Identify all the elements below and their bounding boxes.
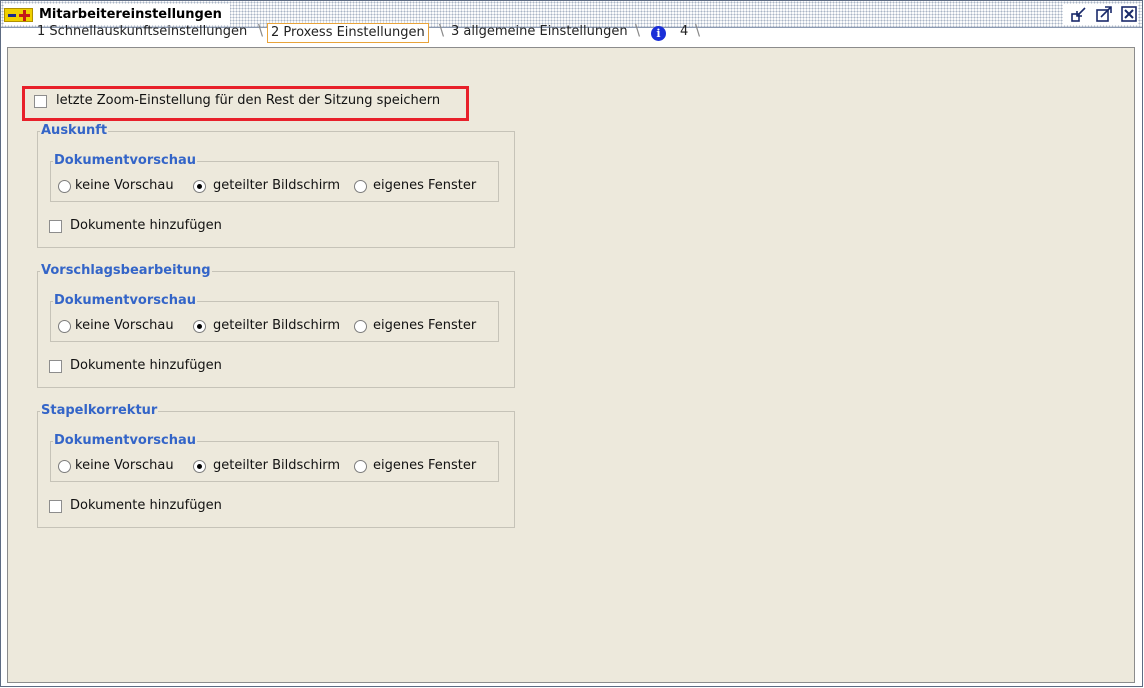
app-logo-icon [4,7,33,22]
radio-label: eigenes Fenster [373,458,477,473]
radio-geteilter-bildschirm[interactable] [193,460,206,473]
subgroup-title: Dokumentvorschau [53,153,197,169]
section-title: Auskunft [40,123,109,139]
radio-label: keine Vorschau [75,458,174,473]
checkbox-label: Dokumente hinzufügen [70,498,222,513]
subgroup-title: Dokumentvorschau [53,433,197,449]
dokumente-hinzufuegen-checkbox[interactable] [49,220,62,233]
radio-label: geteilter Bildschirm [213,458,341,473]
tab-separator: \ [695,21,701,39]
tab-schnellauskunft[interactable]: 1 Schnellauskunftseinstellungen [37,22,247,42]
radio-label: keine Vorschau [75,178,174,193]
dokumente-hinzufuegen-checkbox[interactable] [49,500,62,513]
window-title: Mitarbeitereinstellungen [39,7,222,22]
info-icon[interactable]: i [651,26,666,41]
radio-eigenes-fenster[interactable] [354,180,367,193]
radio-label: keine Vorschau [75,318,174,333]
radio-keine-vorschau[interactable] [58,460,71,473]
close-icon[interactable] [1121,6,1138,23]
radio-geteilter-bildschirm[interactable] [193,320,206,333]
radio-eigenes-fenster[interactable] [354,460,367,473]
dokumente-hinzufuegen-checkbox[interactable] [49,360,62,373]
undock-icon[interactable] [1071,6,1088,23]
radio-keine-vorschau[interactable] [58,320,71,333]
zoom-checkbox[interactable] [34,95,47,108]
zoom-checkbox-label: letzte Zoom-Einstellung für den Rest der… [56,93,441,108]
checkbox-label: Dokumente hinzufügen [70,358,222,373]
radio-keine-vorschau[interactable] [58,180,71,193]
radio-eigenes-fenster[interactable] [354,320,367,333]
tab-allgemeine-einstellungen[interactable]: 3 allgemeine Einstellungen [451,22,628,42]
radio-label: eigenes Fenster [373,318,477,333]
window-controls [1063,4,1138,25]
tab-separator: \ [258,21,264,39]
radio-label: geteilter Bildschirm [213,178,341,193]
checkbox-label: Dokumente hinzufügen [70,218,222,233]
settings-window: Mitarbeitereinstellungen 1 Schnellauskun… [0,0,1143,687]
tab-separator: \ [635,21,641,39]
radio-label: geteilter Bildschirm [213,318,341,333]
subgroup-title: Dokumentvorschau [53,293,197,309]
tab-4[interactable]: 4 [680,22,688,42]
section-title: Stapelkorrektur [40,403,159,419]
maximize-icon[interactable] [1096,6,1113,23]
tab-proxess-einstellungen[interactable]: 2 Proxess Einstellungen [267,23,429,43]
tab-separator: \ [439,21,445,39]
radio-label: eigenes Fenster [373,178,477,193]
radio-geteilter-bildschirm[interactable] [193,180,206,193]
section-title: Vorschlagsbearbeitung [40,263,212,279]
